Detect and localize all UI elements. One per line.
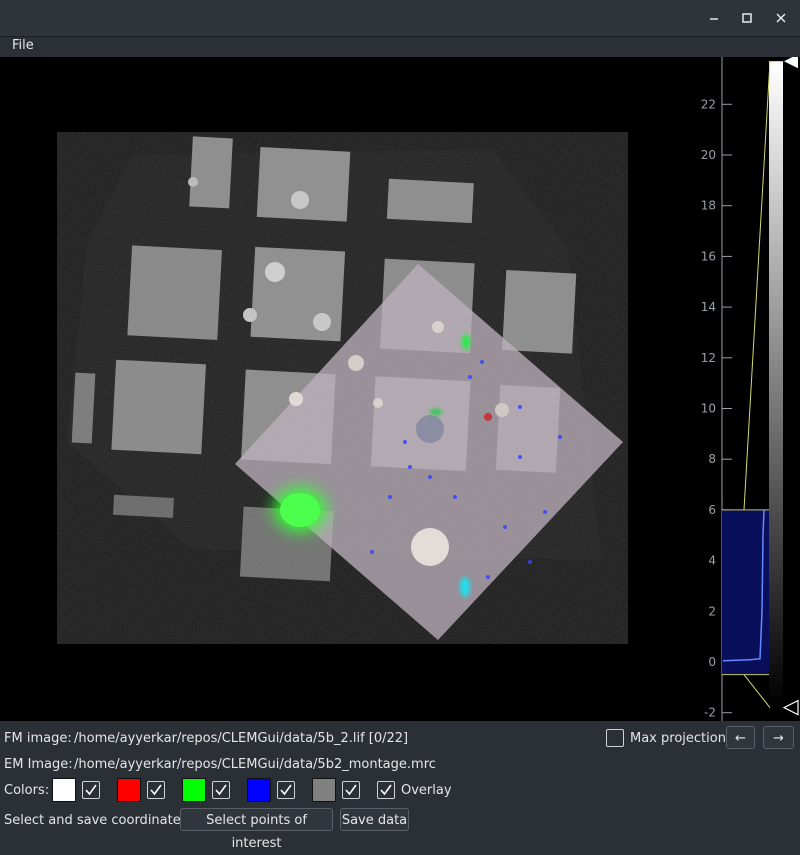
prev-slice-button[interactable]: ←	[726, 726, 755, 749]
histogram-tick-label: 14	[701, 300, 716, 314]
histogram-tick-label: 10	[701, 402, 716, 416]
overlay-image	[57, 132, 628, 644]
channel-1-checkbox[interactable]	[82, 781, 100, 799]
lut-bottom-handle[interactable]	[782, 699, 799, 716]
histogram-tick-label: 4	[708, 554, 716, 568]
histogram-tick-label: -2	[704, 706, 716, 720]
histogram-tick-label: 2	[708, 604, 716, 618]
select-points-button[interactable]: Select points of interest	[180, 808, 333, 851]
histogram-tick-label: 22	[701, 97, 716, 111]
controls-panel: FM image: /home/ayyerkar/repos/CLEMGui/d…	[0, 721, 800, 851]
histogram-plot: 2220181614121086420-2	[701, 57, 799, 721]
histogram-tick-label: 18	[701, 199, 716, 213]
em-image-path: /home/ayyerkar/repos/CLEMGui/data/5b2_mo…	[74, 757, 436, 772]
save-data-button[interactable]: Save data	[340, 808, 409, 831]
fm-image-path: /home/ayyerkar/repos/CLEMGui/data/5b_2.l…	[74, 731, 409, 746]
color-swatch-gray[interactable]	[312, 778, 336, 802]
image-viewer[interactable]	[0, 57, 722, 721]
title-bar	[0, 0, 800, 37]
histogram-tick-label: 16	[701, 249, 716, 263]
menu-file[interactable]: File	[12, 38, 34, 53]
max-projection-label: Max projection	[630, 731, 726, 746]
channel-3-checkbox[interactable]	[212, 781, 230, 799]
select-save-label: Select and save coordinates	[4, 813, 188, 828]
maximize-icon[interactable]	[738, 9, 756, 27]
color-swatch-blue[interactable]	[247, 778, 271, 802]
histogram-tick-label: 0	[708, 655, 716, 669]
lut-gradient-bar	[769, 61, 783, 708]
color-swatch-red[interactable]	[117, 778, 141, 802]
close-icon[interactable]	[772, 9, 790, 27]
color-swatch-green[interactable]	[182, 778, 206, 802]
next-slice-button[interactable]: →	[763, 726, 794, 749]
minimize-icon[interactable]	[705, 9, 723, 27]
channel-2-checkbox[interactable]	[147, 781, 165, 799]
overlay-checkbox[interactable]	[377, 781, 395, 799]
lut-top-handle[interactable]	[784, 57, 798, 69]
channel-4-checkbox[interactable]	[277, 781, 295, 799]
channel-5-checkbox[interactable]	[342, 781, 360, 799]
max-projection-checkbox[interactable]	[606, 729, 624, 747]
color-swatch-white[interactable]	[52, 778, 76, 802]
histogram-tick-label: 8	[708, 452, 716, 466]
menu-bar: File	[0, 37, 800, 57]
em-image-label: EM Image:	[4, 757, 73, 772]
fm-image-label: FM image:	[4, 731, 72, 746]
histogram-tick-label: 20	[701, 148, 716, 162]
histogram-widget[interactable]: 22 20 18 16 14 12 10 8 6 4 2 0 -2	[690, 57, 800, 721]
histogram-tick-label: 12	[701, 351, 716, 365]
histogram-tick-label: 6	[708, 503, 716, 517]
colors-label: Colors:	[4, 783, 50, 798]
overlay-label: Overlay	[401, 783, 452, 798]
